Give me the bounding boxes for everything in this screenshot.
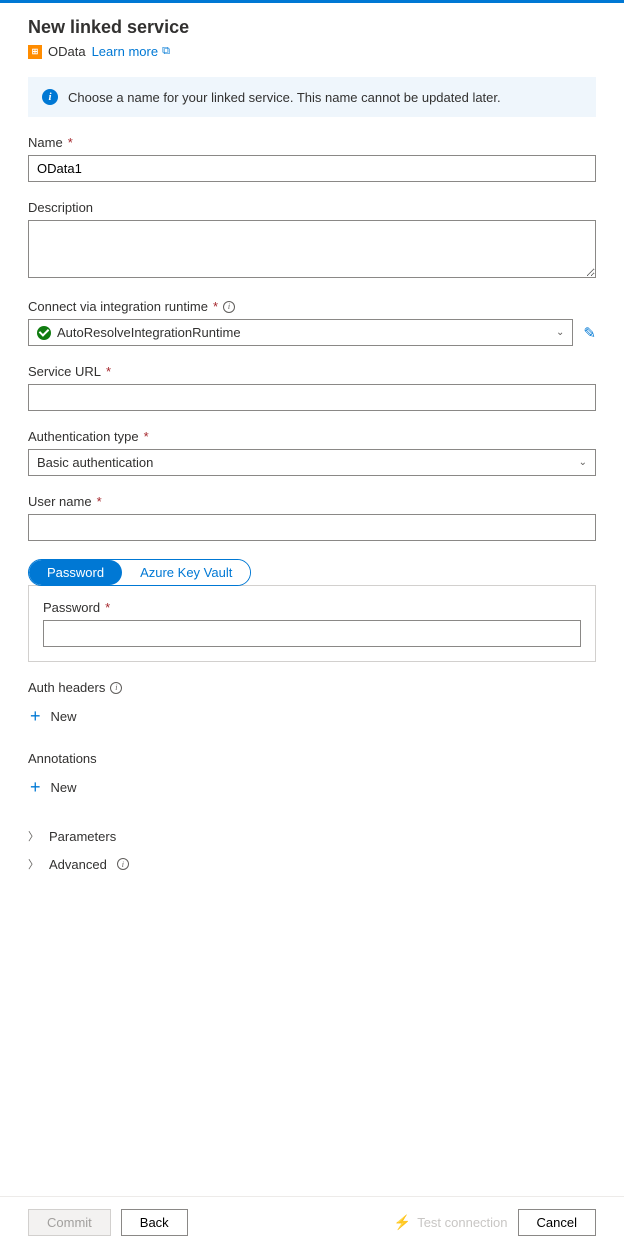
username-field-group: User name* — [28, 494, 596, 541]
parameters-label: Parameters — [49, 829, 116, 844]
name-field-group: Name* — [28, 135, 596, 182]
name-label: Name* — [28, 135, 596, 150]
footer-bar: Commit Back ⚡ Test connection Cancel — [0, 1196, 624, 1248]
external-link-icon: ⧉ — [162, 45, 170, 58]
learn-more-link[interactable]: Learn more ⧉ — [92, 44, 170, 59]
auth-type-select[interactable]: Basic authentication ⌄ — [28, 449, 596, 476]
required-asterisk: * — [213, 299, 218, 314]
plus-icon: + — [30, 706, 41, 727]
chevron-down-icon: ⌄ — [579, 457, 587, 468]
auth-type-label: Authentication type* — [28, 429, 596, 444]
password-panel: Password* — [28, 585, 596, 662]
service-type-label: OData — [48, 44, 86, 59]
info-help-icon[interactable]: i — [117, 858, 129, 870]
runtime-label: Connect via integration runtime* i — [28, 299, 596, 314]
password-section: Password Azure Key Vault Password* — [28, 559, 596, 662]
plus-icon: + — [30, 777, 41, 798]
required-asterisk: * — [106, 364, 111, 379]
info-message: Choose a name for your linked service. T… — [68, 90, 501, 105]
description-label: Description — [28, 200, 596, 215]
required-asterisk: * — [97, 494, 102, 509]
username-label: User name* — [28, 494, 596, 509]
service-url-input[interactable] — [28, 384, 596, 411]
required-asterisk: * — [144, 429, 149, 444]
username-input[interactable] — [28, 514, 596, 541]
form-content: New linked service ⊞ OData Learn more ⧉ … — [0, 3, 624, 1196]
runtime-field-group: Connect via integration runtime* i AutoR… — [28, 299, 596, 346]
required-asterisk: * — [68, 135, 73, 150]
test-connection-button[interactable]: ⚡ Test connection — [394, 1214, 508, 1231]
info-icon: i — [42, 89, 58, 105]
subtitle-row: ⊞ OData Learn more ⧉ — [28, 44, 596, 59]
auth-type-field-group: Authentication type* Basic authenticatio… — [28, 429, 596, 476]
service-url-field-group: Service URL* — [28, 364, 596, 411]
new-button-label: New — [51, 709, 77, 724]
info-help-icon[interactable]: i — [110, 682, 122, 694]
plug-icon: ⚡ — [394, 1214, 411, 1231]
learn-more-text: Learn more — [92, 44, 158, 59]
password-input[interactable] — [43, 620, 581, 647]
info-help-icon[interactable]: i — [223, 301, 235, 313]
service-url-label: Service URL* — [28, 364, 596, 379]
advanced-label: Advanced — [49, 857, 107, 872]
description-field-group: Description — [28, 200, 596, 281]
runtime-row: AutoResolveIntegrationRuntime ⌄ ✎ — [28, 319, 596, 346]
tab-password[interactable]: Password — [29, 560, 122, 585]
cancel-button[interactable]: Cancel — [518, 1209, 596, 1236]
back-button[interactable]: Back — [121, 1209, 188, 1236]
check-circle-icon — [37, 326, 51, 340]
description-input[interactable] — [28, 220, 596, 278]
commit-button[interactable]: Commit — [28, 1209, 111, 1236]
chevron-right-icon: 〉 — [28, 856, 39, 872]
edit-pencil-icon[interactable]: ✎ — [583, 324, 596, 342]
info-banner: i Choose a name for your linked service.… — [28, 77, 596, 117]
auth-type-value: Basic authentication — [37, 455, 153, 470]
advanced-expander[interactable]: 〉 Advanced i — [28, 850, 596, 878]
auth-headers-section: Auth headers i + New — [28, 680, 596, 733]
runtime-select[interactable]: AutoResolveIntegrationRuntime ⌄ — [28, 319, 573, 346]
runtime-value: AutoResolveIntegrationRuntime — [57, 325, 241, 340]
auth-headers-label: Auth headers i — [28, 680, 596, 695]
annotations-section: Annotations + New — [28, 751, 596, 804]
new-button-label: New — [51, 780, 77, 795]
add-annotation-button[interactable]: + New — [28, 771, 79, 804]
chevron-right-icon: 〉 — [28, 828, 39, 844]
add-auth-header-button[interactable]: + New — [28, 700, 79, 733]
password-source-tabs: Password Azure Key Vault — [28, 559, 251, 586]
parameters-expander[interactable]: 〉 Parameters — [28, 822, 596, 850]
name-input[interactable] — [28, 155, 596, 182]
odata-icon: ⊞ — [28, 45, 42, 59]
password-label: Password* — [43, 600, 581, 615]
chevron-down-icon: ⌄ — [556, 327, 564, 338]
tab-azure-key-vault[interactable]: Azure Key Vault — [122, 560, 250, 585]
required-asterisk: * — [105, 600, 110, 615]
annotations-label: Annotations — [28, 751, 596, 766]
page-title: New linked service — [28, 17, 596, 38]
test-connection-label: Test connection — [417, 1215, 507, 1230]
